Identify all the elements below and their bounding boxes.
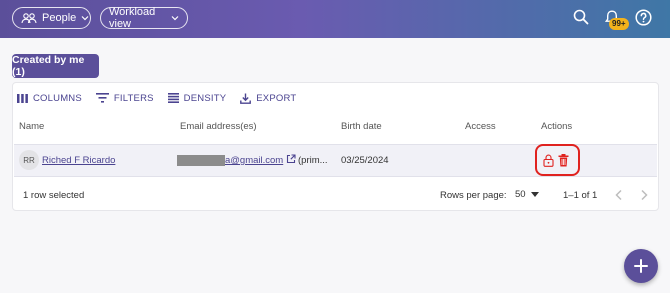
people-label: People (42, 12, 77, 24)
people-icon (21, 13, 37, 24)
density-button[interactable]: DENSITY (167, 92, 227, 104)
filters-label: FILTERS (113, 92, 154, 104)
person-name-link[interactable]: Riched F Ricardo (42, 155, 115, 166)
created-by-me-filter-chip[interactable]: Created by me (1) (12, 54, 99, 78)
filters-button[interactable]: FILTERS (95, 92, 154, 104)
lock-icon[interactable] (543, 154, 554, 167)
previous-page-icon[interactable] (614, 189, 623, 201)
people-dropdown[interactable]: People (12, 7, 91, 29)
filter-icon (95, 93, 109, 103)
avatar-initials: RR (23, 155, 35, 165)
columns-button[interactable]: COLUMNS (17, 93, 82, 104)
column-header-name[interactable]: Name (19, 121, 44, 132)
export-label: EXPORT (256, 92, 297, 104)
rows-per-page-label: Rows per page: (440, 190, 507, 201)
plus-icon (634, 259, 648, 273)
density-label: DENSITY (183, 92, 227, 104)
email-primary-tag: (prim... (298, 155, 328, 166)
rows-per-page-select[interactable]: 50 (515, 189, 539, 200)
columns-label: COLUMNS (33, 92, 82, 104)
chevron-down-icon (171, 16, 179, 21)
density-icon (167, 93, 179, 103)
export-button[interactable]: EXPORT (240, 93, 296, 104)
notification-badge: 99+ (609, 18, 629, 30)
column-header-email[interactable]: Email address(es) (180, 121, 257, 132)
search-icon[interactable] (573, 9, 589, 25)
table-toolbar: COLUMNS FILTERS DENSITY EXPORT (17, 91, 296, 105)
columns-icon (17, 93, 28, 103)
avatar: RR (19, 150, 39, 170)
help-icon[interactable] (635, 9, 652, 26)
email-link[interactable]: a@gmail.com (225, 155, 283, 166)
birth-date-cell: 03/25/2024 (341, 155, 389, 166)
external-link-icon[interactable] (286, 154, 296, 164)
rows-per-page-value: 50 (515, 189, 526, 200)
workload-view-label: Workload view (109, 6, 156, 30)
column-header-access[interactable]: Access (465, 121, 496, 132)
chip-label: Created by me (1) (12, 54, 85, 78)
trash-icon[interactable] (558, 154, 569, 167)
selected-count: 1 row selected (23, 190, 85, 201)
redacted-email-block (177, 155, 225, 166)
pagination-range: 1–1 of 1 (563, 190, 598, 201)
download-icon (240, 93, 252, 104)
column-header-actions[interactable]: Actions (541, 121, 572, 132)
add-person-button[interactable] (624, 249, 658, 283)
next-page-icon[interactable] (640, 189, 649, 201)
workload-view-dropdown[interactable]: Workload view (100, 6, 188, 30)
chevron-down-icon (81, 16, 89, 21)
caret-down-icon (530, 192, 539, 197)
column-header-birth-date[interactable]: Birth date (341, 121, 382, 132)
